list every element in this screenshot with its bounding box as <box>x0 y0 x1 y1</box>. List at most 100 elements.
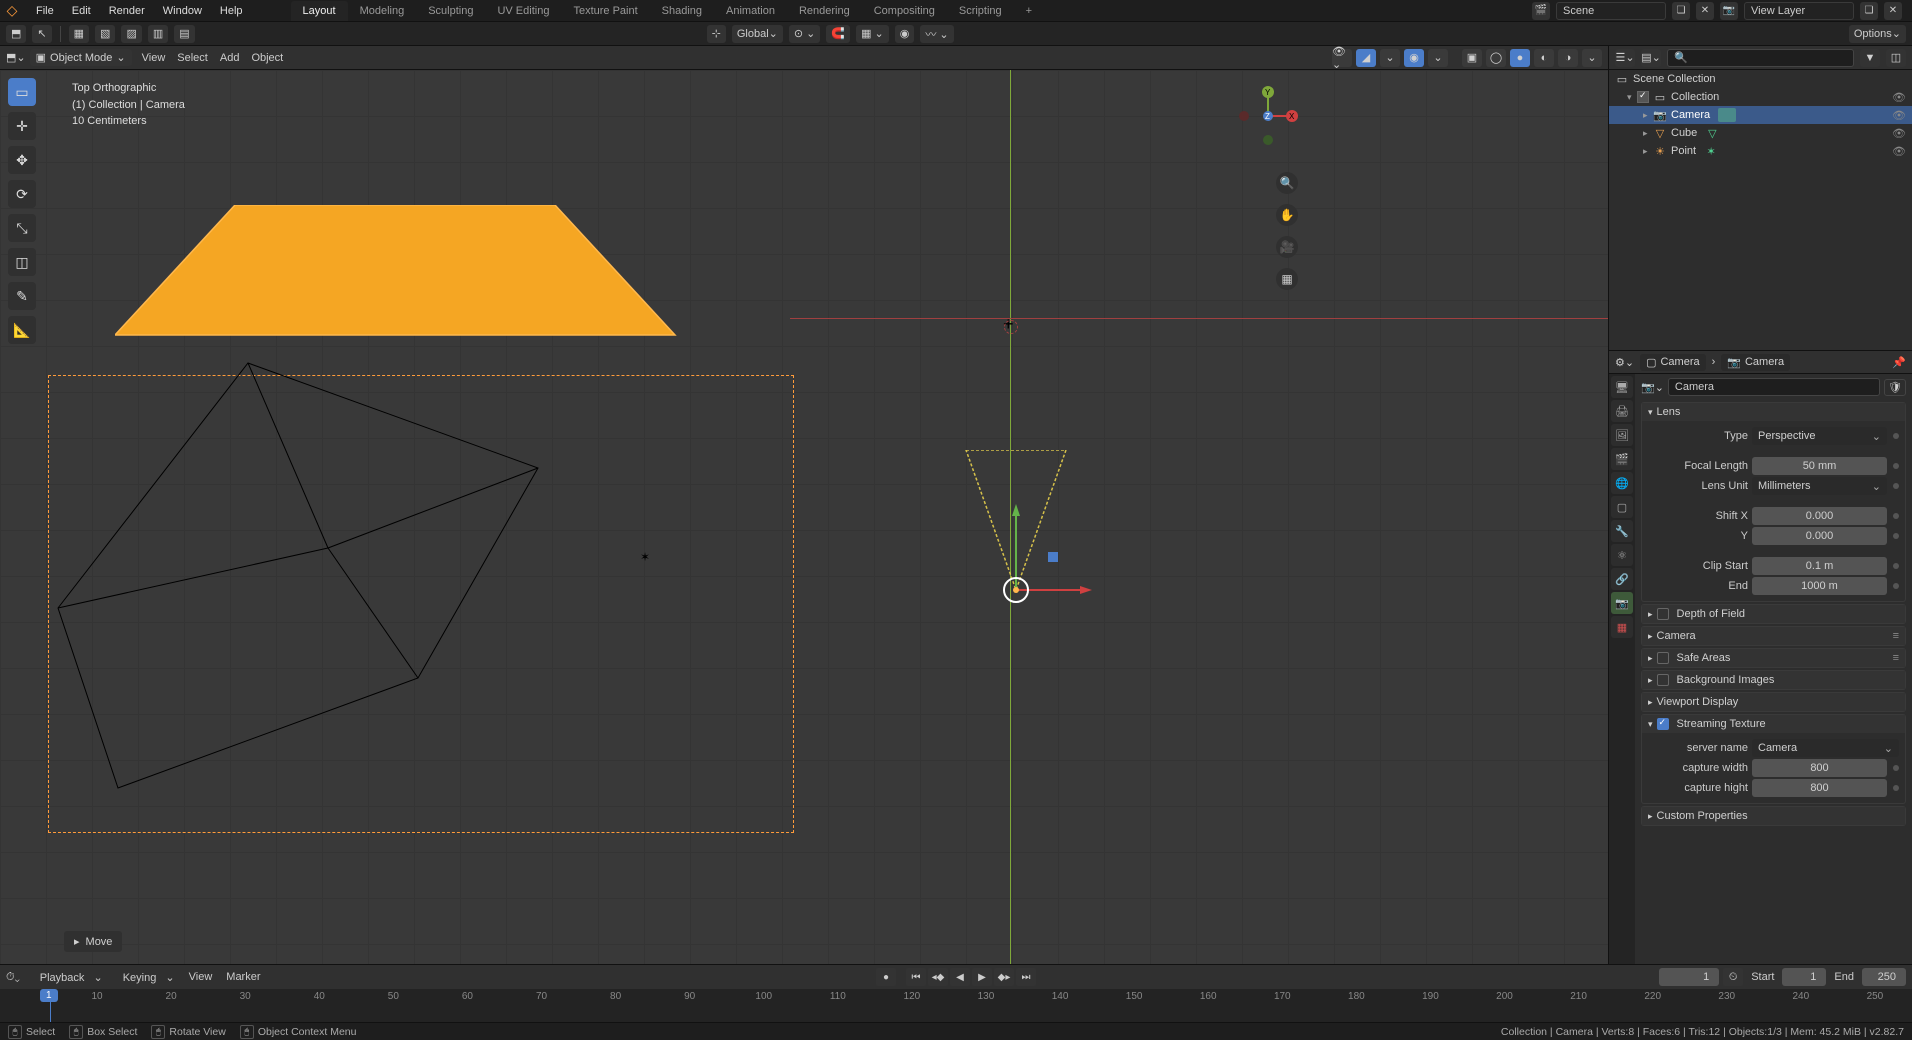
options-dropdown[interactable]: Options ⌄ <box>1849 25 1906 43</box>
lens-unit-dropdown[interactable]: Millimeters <box>1752 477 1887 495</box>
snap-dropdown[interactable]: ▦ ⌄ <box>856 25 889 43</box>
viewlayer-field[interactable]: View Layer <box>1744 2 1854 20</box>
scene-name-field[interactable]: Scene <box>1556 2 1666 20</box>
filter-icon[interactable]: ▼ <box>1860 49 1880 67</box>
annotate-tool[interactable]: ✎ <box>8 282 36 310</box>
capture-height-field[interactable]: 800 <box>1752 779 1887 797</box>
anim-dot[interactable] <box>1893 463 1899 469</box>
keyframe-prev-icon[interactable]: ◂◆ <box>928 968 948 986</box>
panel-lens-header[interactable]: ▾Lens <box>1642 403 1905 421</box>
timeline-track[interactable]: 1 10203040506070809010011012013014015016… <box>0 989 1912 1022</box>
menu-keying[interactable]: Keying ⌄ <box>111 968 181 987</box>
mode-dropdown[interactable]: ▣ Object Mode ⌄ <box>30 49 132 66</box>
menu-add[interactable]: Add <box>214 49 246 67</box>
select-mode-box-icon[interactable]: ▦ <box>69 25 89 43</box>
shading-preview-icon[interactable]: ◐ <box>1534 49 1554 67</box>
pin-icon[interactable]: 📌 <box>1892 356 1906 369</box>
new-collection-icon[interactable]: ◫ <box>1886 49 1906 67</box>
start-frame-field[interactable]: 1 <box>1782 968 1826 986</box>
anim-dot[interactable] <box>1893 483 1899 489</box>
cursor-tool[interactable]: ✛ <box>8 112 36 140</box>
shading-rendered-icon[interactable]: ◑ <box>1558 49 1578 67</box>
tab-viewlayer-icon[interactable]: 🖼 <box>1611 424 1633 446</box>
tab-uv-editing[interactable]: UV Editing <box>485 1 561 21</box>
select-mode-invert-icon[interactable]: ▤ <box>174 25 194 43</box>
jump-start-icon[interactable]: ⏮ <box>906 968 926 986</box>
bg-checkbox[interactable] <box>1657 674 1669 686</box>
move-tool[interactable]: ✥ <box>8 146 36 174</box>
visibility-eye-icon[interactable]: 👁 <box>1892 91 1906 104</box>
outliner-item-camera[interactable]: ▸ 📷 Camera 👁 <box>1609 106 1912 124</box>
tab-physics-icon[interactable]: ⚛ <box>1611 544 1633 566</box>
visibility-eye-icon[interactable]: 👁 <box>1892 109 1906 122</box>
pivot-dropdown[interactable]: ⊙ ⌄ <box>789 25 821 43</box>
play-icon[interactable]: ▶ <box>972 968 992 986</box>
select-mode-extend-icon[interactable]: ▧ <box>95 25 115 43</box>
breadcrumb-data[interactable]: 📷Camera <box>1721 354 1790 371</box>
orientation-icon[interactable]: ⊹ <box>707 25 726 43</box>
jump-end-icon[interactable]: ⏭ <box>1016 968 1036 986</box>
scale-tool[interactable]: ⤡ <box>8 214 36 242</box>
panel-camera-header[interactable]: ▸Camera≡ <box>1642 627 1905 645</box>
editor-type-dropdown[interactable]: ⬒⌄ <box>6 51 26 64</box>
tab-modifier-icon[interactable]: 🔧 <box>1611 520 1633 542</box>
anim-dot[interactable] <box>1893 563 1899 569</box>
shading-wireframe-icon[interactable]: ◯ <box>1486 49 1506 67</box>
tab-object-icon[interactable]: ▢ <box>1611 496 1633 518</box>
perspective-toggle-icon[interactable]: ▦ <box>1276 268 1298 290</box>
preview-range-icon[interactable]: ⏲ <box>1723 968 1743 986</box>
editor-type-icon[interactable]: ⏱⌄ <box>6 971 20 984</box>
panel-safe-header[interactable]: ▸Safe Areas≡ <box>1642 649 1905 667</box>
gizmo-toggle-icon[interactable]: ◢ <box>1356 49 1376 67</box>
tab-constraint-icon[interactable]: 🔗 <box>1611 568 1633 590</box>
menu-render[interactable]: Render <box>101 2 153 20</box>
tab-world-icon[interactable]: 🌐 <box>1611 472 1633 494</box>
add-workspace-button[interactable]: + <box>1014 1 1044 21</box>
editor-type-icon[interactable]: ☰⌄ <box>1615 49 1635 67</box>
anim-dot[interactable] <box>1893 533 1899 539</box>
shading-solid-icon[interactable]: ● <box>1510 49 1530 67</box>
keyframe-next-icon[interactable]: ◆▸ <box>994 968 1014 986</box>
tab-scene-icon[interactable]: 🎬 <box>1611 448 1633 470</box>
shift-x-field[interactable]: 0.000 <box>1752 507 1887 525</box>
tab-texture-paint[interactable]: Texture Paint <box>561 1 649 21</box>
display-mode-icon[interactable]: ▤⌄ <box>1641 49 1661 67</box>
anim-dot[interactable] <box>1893 433 1899 439</box>
anim-dot[interactable] <box>1893 785 1899 791</box>
rotate-tool[interactable]: ⟳ <box>8 180 36 208</box>
tab-animation[interactable]: Animation <box>714 1 787 21</box>
overlay-toggle-icon[interactable]: ◉ <box>1404 49 1424 67</box>
focal-length-field[interactable]: 50 mm <box>1752 457 1887 475</box>
outliner-search[interactable]: 🔍 <box>1667 49 1854 67</box>
collection-checkbox[interactable] <box>1637 91 1649 103</box>
editor-type-icon[interactable]: ⚙⌄ <box>1615 356 1634 369</box>
capture-width-field[interactable]: 800 <box>1752 759 1887 777</box>
tab-render-icon[interactable]: 🖥 <box>1611 376 1633 398</box>
orientation-dropdown[interactable]: Global ⌄ <box>732 25 783 43</box>
tab-scripting[interactable]: Scripting <box>947 1 1014 21</box>
tab-modeling[interactable]: Modeling <box>348 1 417 21</box>
menu-playback[interactable]: Playback ⌄ <box>28 968 109 987</box>
viewlayer-new-button[interactable]: ❏ <box>1860 2 1878 20</box>
last-operator-panel[interactable]: ▸ Move <box>64 931 122 952</box>
end-frame-field[interactable]: 250 <box>1862 968 1906 986</box>
panel-custom-header[interactable]: ▸Custom Properties <box>1642 807 1905 825</box>
transform-tool[interactable]: ◫ <box>8 248 36 276</box>
disclosure-triangle-icon[interactable]: ▸ <box>1643 128 1651 139</box>
menu-timeline-view[interactable]: View <box>183 968 219 987</box>
menu-select[interactable]: Select <box>171 49 214 67</box>
scene-collection-row[interactable]: ▭ Scene Collection <box>1609 70 1912 88</box>
zoom-icon[interactable]: 🔍 <box>1276 172 1298 194</box>
tab-output-icon[interactable]: 🖨 <box>1611 400 1633 422</box>
scene-delete-button[interactable]: ✕ <box>1696 2 1714 20</box>
autokey-toggle-icon[interactable]: ● <box>876 968 896 986</box>
camera-object[interactable] <box>956 450 1096 653</box>
tab-texture-icon[interactable]: ▦ <box>1611 616 1633 638</box>
xray-toggle-icon[interactable]: ▣ <box>1462 49 1482 67</box>
viewlayer-delete-button[interactable]: ✕ <box>1884 2 1902 20</box>
tab-rendering[interactable]: Rendering <box>787 1 862 21</box>
panel-vd-header[interactable]: ▸Viewport Display <box>1642 693 1905 711</box>
type-dropdown[interactable]: Perspective <box>1752 427 1887 445</box>
tab-layout[interactable]: Layout <box>291 1 348 21</box>
measure-tool[interactable]: 📐 <box>8 316 36 344</box>
